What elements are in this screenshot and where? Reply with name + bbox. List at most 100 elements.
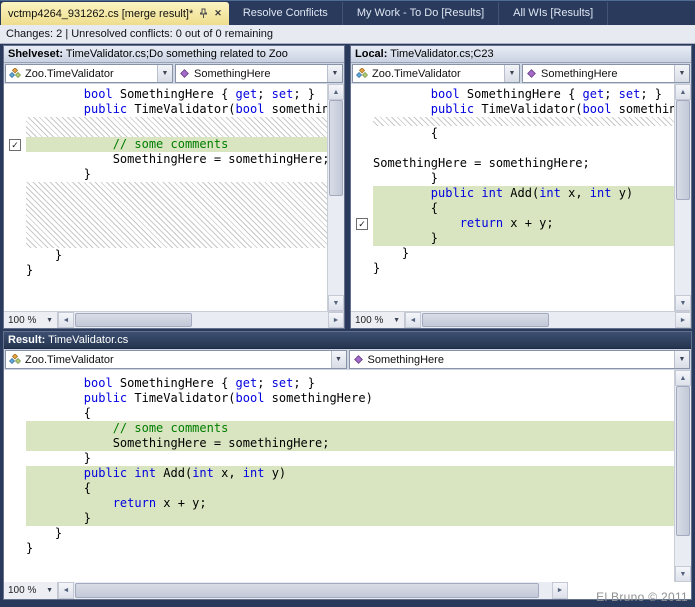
code-line[interactable]: } <box>4 248 327 263</box>
chevron-down-icon: ▼ <box>46 587 53 594</box>
code-line[interactable]: } <box>351 171 674 186</box>
scroll-left-button[interactable]: ◄ <box>58 312 74 328</box>
code-line[interactable] <box>351 117 674 126</box>
shelveset-header-label: Shelveset: <box>8 48 63 60</box>
tab-my-work-results[interactable]: My Work - To Do [Results] <box>343 2 499 25</box>
code-line[interactable] <box>4 117 327 137</box>
chevron-down-icon[interactable]: ▼ <box>157 65 172 82</box>
code-line[interactable]: } <box>351 261 674 276</box>
result-pane: Result: TimeValidator.cs Zoo.TimeValidat… <box>3 331 692 600</box>
local-member-combo[interactable]: SomethingHere ▼ <box>522 64 690 83</box>
scroll-up-button[interactable]: ▲ <box>675 370 691 386</box>
code-gutter <box>351 231 373 246</box>
scroll-right-button[interactable]: ► <box>328 312 344 328</box>
local-vertical-scrollbar[interactable]: ▲ ▼ <box>674 84 691 311</box>
conflict-checkbox[interactable]: ✓ <box>9 139 21 151</box>
code-gutter <box>351 126 373 141</box>
code-gutter <box>4 391 26 406</box>
code-line[interactable]: } <box>351 231 674 246</box>
hscroll-thumb[interactable] <box>75 583 539 598</box>
code-line[interactable]: } <box>4 526 674 541</box>
scroll-down-button[interactable]: ▼ <box>675 566 691 582</box>
conflict-checkbox[interactable]: ✓ <box>356 218 368 230</box>
shelveset-vertical-scrollbar[interactable]: ▲ ▼ <box>327 84 344 311</box>
hscroll-track[interactable] <box>74 582 552 599</box>
code-line[interactable]: SomethingHere = somethingHere; <box>351 156 674 171</box>
code-line[interactable]: } <box>4 263 327 278</box>
code-line[interactable] <box>4 182 327 248</box>
tab-merge-result[interactable]: vctmp4264_931262.cs [merge result]* ✕ <box>1 2 229 25</box>
vscroll-track[interactable] <box>675 100 691 295</box>
scroll-right-button[interactable]: ► <box>675 312 691 328</box>
result-member-combo[interactable]: SomethingHere ▼ <box>349 350 691 369</box>
chevron-down-icon[interactable]: ▼ <box>331 351 346 368</box>
hscroll-thumb[interactable] <box>75 313 192 327</box>
scroll-left-button[interactable]: ◄ <box>405 312 421 328</box>
code-line[interactable]: { <box>351 126 674 141</box>
code-line[interactable]: // some comments <box>4 421 674 436</box>
tab-resolve-conflicts[interactable]: Resolve Conflicts <box>229 2 343 25</box>
code-gutter <box>4 376 26 391</box>
hscroll-thumb[interactable] <box>422 313 549 327</box>
result-vertical-scrollbar[interactable]: ▲ ▼ <box>674 370 691 582</box>
code-line[interactable]: public TimeValidator(bool somethingHere) <box>351 102 674 117</box>
code-gutter <box>4 87 26 102</box>
result-type-combo[interactable]: Zoo.TimeValidator ▼ <box>5 350 347 369</box>
code-line[interactable]: } <box>4 451 674 466</box>
scroll-down-button[interactable]: ▼ <box>675 295 691 311</box>
code-line[interactable]: public TimeValidator(bool somethingHere) <box>4 391 674 406</box>
result-zoom-combo[interactable]: 100 % ▼ <box>4 582 58 599</box>
scroll-up-button[interactable]: ▲ <box>675 84 691 100</box>
code-line[interactable]: } <box>351 246 674 261</box>
code-line[interactable]: bool SomethingHere { get; set; } <box>4 87 327 102</box>
shelveset-code-area: bool SomethingHere { get; set; } public … <box>4 84 344 311</box>
code-line[interactable]: ✓ return x + y; <box>351 216 674 231</box>
code-line[interactable]: SomethingHere = somethingHere; <box>4 152 327 167</box>
code-text: public int Add(int x, int y) <box>373 186 674 201</box>
shelveset-zoom-combo[interactable]: 100 % ▼ <box>4 312 58 328</box>
tab-all-wis-results[interactable]: All WIs [Results] <box>499 2 608 25</box>
local-pane: Local: TimeValidator.cs;C23 Zoo.TimeVali… <box>350 45 692 329</box>
result-code-editor[interactable]: bool SomethingHere { get; set; } public … <box>4 370 674 582</box>
vscroll-thumb[interactable] <box>676 100 690 200</box>
chevron-down-icon[interactable]: ▼ <box>674 351 689 368</box>
code-text: SomethingHere = somethingHere; <box>26 152 327 167</box>
code-line[interactable]: { <box>4 481 674 496</box>
scroll-right-button[interactable]: ► <box>552 582 568 599</box>
code-line[interactable]: SomethingHere = somethingHere; <box>4 436 674 451</box>
code-line[interactable]: } <box>4 541 674 556</box>
scroll-left-button[interactable]: ◄ <box>58 582 74 599</box>
scroll-down-button[interactable]: ▼ <box>328 295 344 311</box>
code-line[interactable]: { <box>351 201 674 216</box>
chevron-down-icon[interactable]: ▼ <box>504 65 519 82</box>
shelveset-code-editor[interactable]: bool SomethingHere { get; set; } public … <box>4 84 327 311</box>
scroll-up-button[interactable]: ▲ <box>328 84 344 100</box>
code-line[interactable]: public TimeValidator(bool somethingHere) <box>4 102 327 117</box>
code-line[interactable]: public int Add(int x, int y) <box>4 466 674 481</box>
vscroll-track[interactable] <box>675 386 691 566</box>
vscroll-track[interactable] <box>328 100 344 295</box>
code-line[interactable]: return x + y; <box>4 496 674 511</box>
hscroll-track[interactable] <box>421 312 675 328</box>
code-line[interactable] <box>351 141 674 156</box>
code-line[interactable]: bool SomethingHere { get; set; } <box>351 87 674 102</box>
vscroll-thumb[interactable] <box>676 386 690 536</box>
shelveset-type-combo-value: Zoo.TimeValidator <box>25 68 153 80</box>
pin-icon[interactable] <box>199 8 208 19</box>
local-type-combo[interactable]: Zoo.TimeValidator ▼ <box>352 64 520 83</box>
code-line[interactable]: } <box>4 511 674 526</box>
code-line[interactable]: bool SomethingHere { get; set; } <box>4 376 674 391</box>
hscroll-track[interactable] <box>74 312 328 328</box>
code-line[interactable]: } <box>4 167 327 182</box>
code-line[interactable]: ✓ // some comments <box>4 137 327 152</box>
shelveset-type-combo[interactable]: Zoo.TimeValidator ▼ <box>5 64 173 83</box>
local-code-editor[interactable]: bool SomethingHere { get; set; } public … <box>351 84 674 311</box>
chevron-down-icon[interactable]: ▼ <box>674 65 689 82</box>
close-icon[interactable]: ✕ <box>214 9 222 18</box>
vscroll-thumb[interactable] <box>329 100 343 196</box>
code-line[interactable]: public int Add(int x, int y) <box>351 186 674 201</box>
chevron-down-icon[interactable]: ▼ <box>327 65 342 82</box>
local-zoom-combo[interactable]: 100 % ▼ <box>351 312 405 328</box>
shelveset-member-combo[interactable]: SomethingHere ▼ <box>175 64 343 83</box>
code-line[interactable]: { <box>4 406 674 421</box>
